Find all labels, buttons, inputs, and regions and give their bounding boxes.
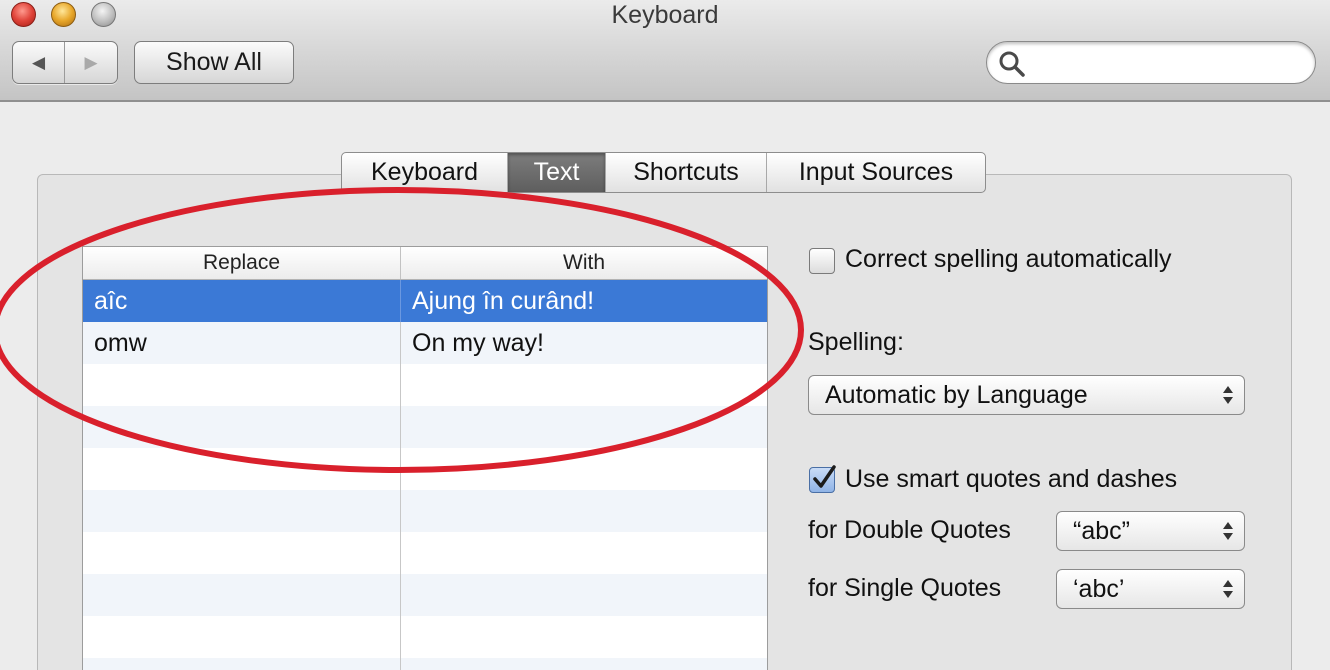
- empty-cell: [83, 490, 401, 532]
- empty-table-row: [83, 616, 767, 658]
- empty-table-row: [83, 406, 767, 448]
- empty-cell: [83, 406, 401, 448]
- table-row[interactable]: omw On my way!: [83, 322, 767, 364]
- smart-quotes-label: Use smart quotes and dashes: [845, 465, 1178, 493]
- text-replacement-table[interactable]: Replace With aîc Ajung în curând! omw On…: [82, 246, 768, 670]
- forward-arrow-icon: ▶: [84, 52, 98, 72]
- empty-cell: [83, 448, 401, 490]
- search-input[interactable]: [986, 41, 1316, 84]
- show-all-button[interactable]: Show All: [134, 41, 294, 84]
- navigation-buttons: ◀ ▶: [12, 41, 118, 84]
- spelling-language-value: Automatic by Language: [825, 381, 1088, 409]
- column-header-replace[interactable]: Replace: [83, 247, 401, 279]
- replace-cell[interactable]: omw: [83, 322, 401, 364]
- double-quotes-value: “abc”: [1073, 517, 1130, 545]
- empty-cell: [401, 574, 767, 616]
- forward-button[interactable]: ▶: [65, 42, 117, 83]
- double-quotes-label: for Double Quotes: [808, 516, 1011, 544]
- tab-text[interactable]: Text: [508, 153, 606, 192]
- empty-cell: [401, 616, 767, 658]
- empty-table-row: [83, 658, 767, 670]
- single-quotes-select[interactable]: ‘abc’: [1056, 569, 1245, 609]
- empty-cell: [401, 364, 767, 406]
- checkmark-icon: [813, 465, 836, 488]
- with-cell[interactable]: Ajung în curând!: [401, 280, 767, 322]
- tab-bar: Keyboard Text Shortcuts Input Sources: [341, 152, 986, 193]
- empty-cell: [83, 616, 401, 658]
- tab-keyboard[interactable]: Keyboard: [342, 153, 508, 192]
- search-icon: [999, 51, 1025, 77]
- table-header: Replace With: [83, 247, 767, 280]
- empty-cell: [401, 406, 767, 448]
- empty-cell: [83, 364, 401, 406]
- tab-input-sources[interactable]: Input Sources: [767, 153, 985, 192]
- empty-cell: [83, 574, 401, 616]
- spelling-label: Spelling:: [808, 328, 904, 356]
- popup-stepper-icon: [1223, 580, 1233, 598]
- empty-table-row: [83, 364, 767, 406]
- double-quotes-select[interactable]: “abc”: [1056, 511, 1245, 551]
- back-button[interactable]: ◀: [13, 42, 65, 83]
- empty-table-row: [83, 532, 767, 574]
- table-row[interactable]: aîc Ajung în curând!: [83, 280, 767, 322]
- single-quotes-label: for Single Quotes: [808, 574, 1002, 602]
- single-quotes-value: ‘abc’: [1073, 575, 1125, 603]
- empty-table-row: [83, 448, 767, 490]
- tab-shortcuts[interactable]: Shortcuts: [606, 153, 767, 192]
- empty-cell: [83, 658, 401, 670]
- popup-stepper-icon: [1223, 522, 1233, 540]
- empty-cell: [83, 532, 401, 574]
- empty-cell: [401, 658, 767, 670]
- empty-cell: [401, 532, 767, 574]
- correct-spelling-checkbox[interactable]: [809, 248, 835, 274]
- spelling-language-select[interactable]: Automatic by Language: [808, 375, 1245, 415]
- smart-quotes-checkbox[interactable]: [809, 465, 836, 493]
- column-header-with[interactable]: With: [401, 247, 767, 279]
- empty-table-row: [83, 574, 767, 616]
- back-arrow-icon: ◀: [31, 52, 46, 72]
- popup-stepper-icon: [1223, 386, 1233, 404]
- replace-cell[interactable]: aîc: [83, 280, 401, 322]
- correct-spelling-label: Correct spelling automatically: [845, 245, 1172, 273]
- window-toolbar: Keyboard ◀ ▶ Show All: [0, 0, 1330, 102]
- window-title: Keyboard: [611, 1, 719, 29]
- empty-table-row: [83, 490, 767, 532]
- empty-cell: [401, 490, 767, 532]
- empty-cell: [401, 448, 767, 490]
- with-cell[interactable]: On my way!: [401, 322, 767, 364]
